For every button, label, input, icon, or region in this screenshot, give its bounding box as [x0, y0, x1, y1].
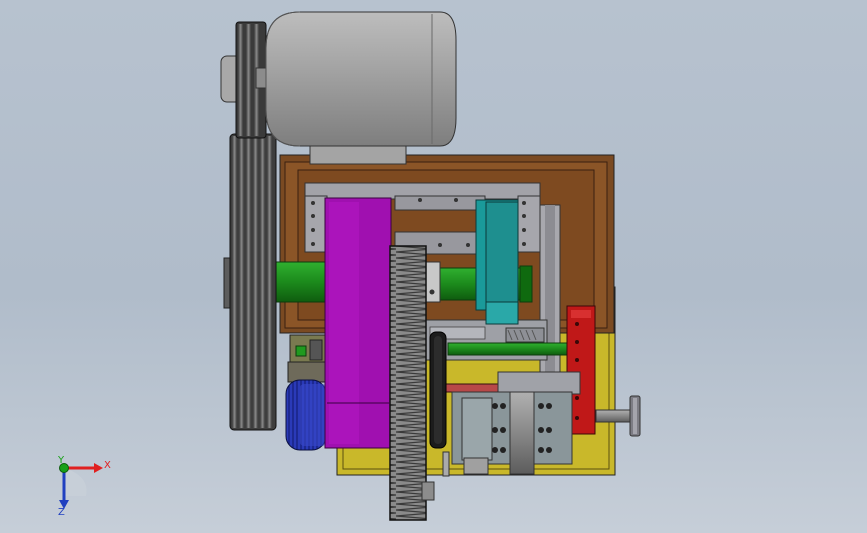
blue-spur-gear [285, 379, 327, 451]
electric-motor [255, 11, 457, 165]
magenta-belt-housing [324, 197, 392, 449]
large-helical-gear [389, 245, 427, 521]
axis-triad: X Y Z [57, 455, 111, 518]
v-belt-pulley-stack [223, 133, 277, 431]
triad-x-label: X [104, 460, 111, 471]
triad-z-label: Z [58, 507, 65, 518]
teal-bearing-block [475, 199, 519, 325]
cad-model-drawing: X Y Z [57, 11, 641, 521]
lower-bearing-assembly [431, 371, 581, 475]
cad-viewport[interactable]: X Y Z [0, 0, 867, 533]
black-belt-wheel [429, 331, 447, 449]
triad-y-label: Y [57, 455, 65, 466]
small-left-bracket [287, 334, 331, 383]
